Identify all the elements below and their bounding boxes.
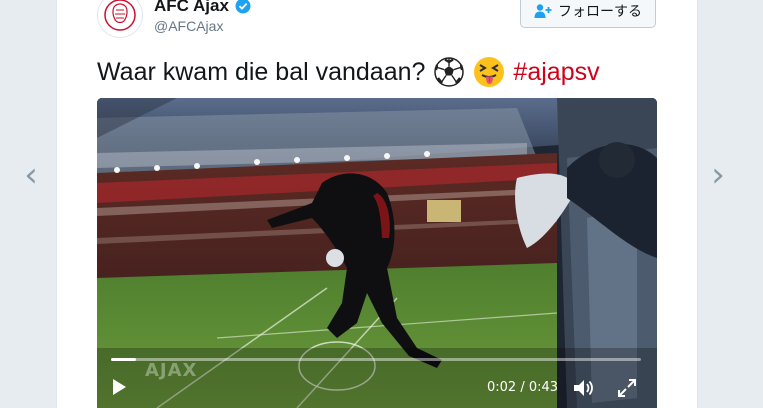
chevron-right-icon[interactable]: ›	[703, 158, 733, 192]
avatar[interactable]	[97, 0, 143, 38]
fullscreen-icon[interactable]	[617, 378, 637, 398]
hashtag-link[interactable]: #ajapsv	[513, 58, 599, 87]
soccer-ball-emoji	[434, 57, 465, 87]
video-progress-fill	[111, 358, 136, 361]
video-progress-bar[interactable]	[111, 358, 641, 361]
video-watermark: AJAX	[145, 360, 198, 381]
follow-button[interactable]: フォローする	[520, 0, 656, 28]
video-time: 0:02 / 0:43	[487, 380, 559, 395]
display-name[interactable]: AFC Ajax	[154, 0, 229, 16]
tweet-text: Waar kwam die bal vandaan? #ajapsv	[97, 56, 600, 88]
chevron-left-icon[interactable]: ‹	[16, 158, 46, 192]
squinting-tongue-face-emoji	[474, 57, 505, 87]
tweet-text-body: Waar kwam die bal vandaan?	[97, 57, 426, 86]
video-player[interactable]: AJAX 0:02 / 0:43	[97, 98, 657, 408]
tweet-card: AFC Ajax @AFCAjax フォローする Waar kwam die b…	[56, 0, 698, 408]
follow-button-label: フォローする	[558, 3, 642, 19]
volume-icon[interactable]	[573, 378, 595, 398]
play-icon[interactable]	[111, 378, 127, 396]
user-handle[interactable]: @AFCAjax	[154, 18, 223, 34]
verified-badge-icon	[235, 0, 251, 14]
add-user-icon	[534, 4, 552, 18]
